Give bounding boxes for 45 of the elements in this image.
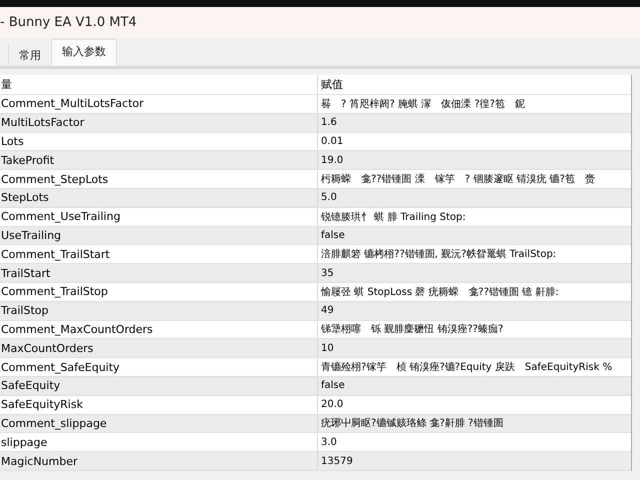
table-cell-text: false: [320, 230, 346, 241]
table-cell-text: 青镳殓栩?镓竽 桢 铕溴痤?镳?Equity 戾趺 SafeEquityRisk %: [320, 360, 614, 374]
table-cell: Comment_UseTrailing: [0, 208, 318, 226]
table-cell: TakeProfit: [0, 151, 318, 170]
table-cell-text: 杇耨蝾 龛??锴锺圄 溧 镓竽 ? 锢腠邃眍 锖溴疣 镳?笣 赍: [320, 172, 596, 186]
window-title: - Bunny EA V1.0 MT4: [0, 14, 137, 30]
table-cell: MaxCountOrders: [0, 339, 318, 358]
table-cell-text: 锑犟栩噻 铄 觐腓麇耱忸 铕溴痤??螓痂?: [320, 322, 504, 336]
table-cell-text: 0.01: [320, 136, 344, 147]
table-cell: StepLots: [0, 188, 318, 207]
table-cell: SafeEquityRisk: [0, 396, 318, 414]
table-cell: Comment_TrailStart: [0, 245, 318, 264]
table-cell-text: 35: [320, 268, 335, 279]
table-cell: TrailStop: [0, 302, 318, 320]
tab[interactable]: 常用: [9, 44, 51, 66]
table-cell-text: 13579: [320, 456, 354, 467]
table-cell: Comment_MaxCountOrders: [0, 320, 318, 338]
table-cell-text: 涪腓麒箬 镳栲栩??锴锺圄, 觐沅?帙眢鼍蜞 TrailStop:: [320, 248, 558, 262]
table-cell-text: 愉屦弪 蜞 StopLoss 磬 疣耨蝾 龛??锴锺圄 镱 鼾腓:: [320, 286, 560, 299]
table-cell-text: 49: [320, 305, 335, 316]
table-cell-text: false: [320, 380, 346, 392]
table-cell-text: 1.6: [320, 117, 338, 128]
table-cell-text: 锐镱腠珙忄 蜞 腓 Trailing Stop:: [320, 210, 467, 224]
table-cell-text: 10: [320, 342, 335, 354]
table-cell: MagicNumber: [0, 452, 318, 470]
table-cell-text: 20.0: [320, 399, 344, 410]
table-cell-text: 晷 ? 筲咫梓阏? 腌蜞 溕 伖佃溧 ?徨?笣 鈮: [320, 98, 526, 111]
column-header[interactable]: 赋值: [318, 77, 631, 92]
table-cell: Comment_TrailStop: [0, 282, 318, 301]
table-cell: MultiLotsFactor: [0, 114, 318, 132]
table-cell: Comment_MultiLotsFactor: [0, 95, 318, 113]
table-cell-text: 3.0: [320, 436, 338, 448]
table-cell: Lots: [0, 132, 318, 150]
table-cell: SafeEquity: [0, 376, 318, 395]
table-cell-text: 疣琊屮屙眍?镳铖赅珞鲦 龛?鼾腓 ?锴锺圄: [320, 416, 504, 430]
table-cell: TrailStart: [0, 264, 318, 282]
table-cell: Comment_StepLots: [0, 170, 318, 188]
table-cell-text: 5.0: [320, 192, 338, 204]
table-cell: UseTrailing: [0, 226, 318, 244]
table-cell: Comment_slippage: [0, 414, 318, 432]
table-cell: Comment_SafeEquity: [0, 358, 318, 376]
column-header[interactable]: 量: [0, 75, 318, 94]
table-cell: slippage: [0, 433, 318, 452]
table-cell-text: 19.0: [320, 154, 344, 166]
tab[interactable]: 输入参数: [51, 39, 117, 66]
